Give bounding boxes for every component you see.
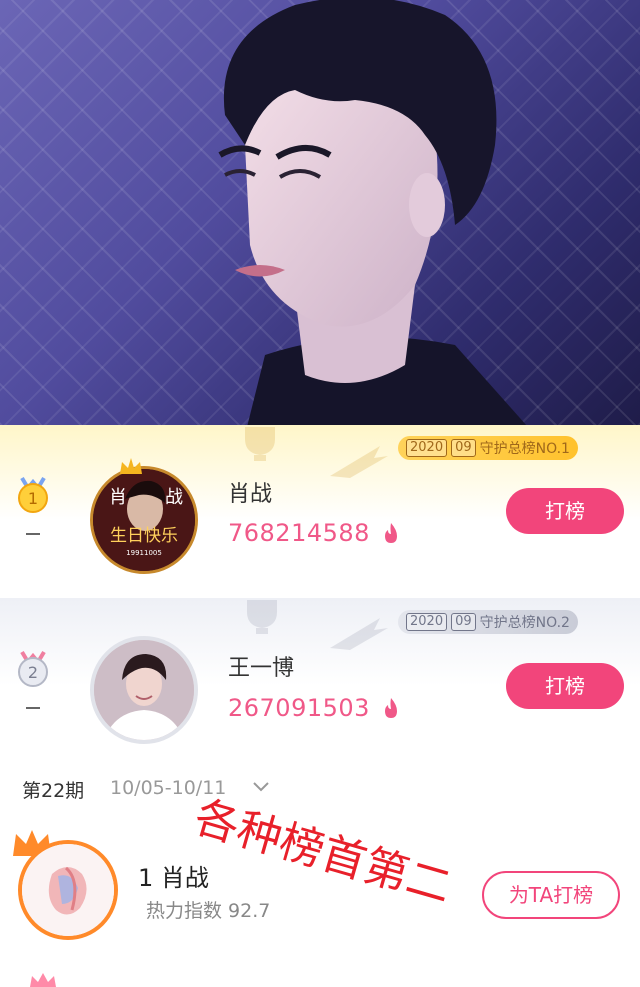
shooting-star-decoration-icon bbox=[330, 446, 388, 478]
name-second: 王一博 bbox=[228, 656, 295, 681]
vote-button-first[interactable]: 打榜 bbox=[506, 488, 624, 534]
portrait-image bbox=[218, 0, 527, 425]
avatar-image bbox=[22, 844, 114, 936]
crown-icon bbox=[30, 973, 56, 987]
overlay-annotation: 各种榜首第二 bbox=[189, 792, 457, 914]
period-label: 第22期 bbox=[22, 780, 85, 802]
score-second: 267091503 bbox=[228, 694, 370, 722]
score-first: 768214588 bbox=[228, 519, 370, 547]
shooting-star-decoration-icon bbox=[330, 618, 388, 650]
tag-label: 守护总榜NO.1 bbox=[479, 441, 570, 457]
tag-month: 09 bbox=[451, 439, 476, 457]
flame-icon bbox=[385, 523, 397, 543]
svg-text:2: 2 bbox=[28, 663, 38, 682]
svg-text:1: 1 bbox=[28, 489, 38, 508]
vote-for-them-button[interactable]: 为TA打榜 bbox=[482, 871, 620, 919]
gold-medal-icon: 1 bbox=[18, 476, 48, 513]
trophy-decoration-icon bbox=[245, 427, 275, 461]
svg-text:肖: 肖 bbox=[109, 487, 127, 508]
hero-photo bbox=[0, 0, 640, 425]
rank-change-indicator bbox=[26, 707, 40, 709]
tag-year: 2020 bbox=[406, 439, 448, 457]
svg-text:各种榜首第二: 各种榜首第二 bbox=[189, 792, 457, 914]
tag-year: 2020 bbox=[406, 613, 448, 631]
crown-icon bbox=[120, 458, 142, 474]
svg-text:战: 战 bbox=[165, 487, 183, 508]
rank-change-indicator bbox=[26, 533, 40, 535]
avatar-image: 肖 战 生日快乐 19911005 bbox=[93, 469, 195, 571]
avatar-second[interactable] bbox=[90, 636, 198, 744]
avatar-image bbox=[94, 640, 194, 740]
trophy-decoration-icon bbox=[247, 600, 277, 634]
avatar-first[interactable]: 肖 战 生日快乐 19911005 bbox=[90, 466, 198, 574]
svg-text:19911005: 19911005 bbox=[126, 549, 162, 557]
silver-medal-icon: 2 bbox=[18, 650, 48, 687]
rank-tag-second: 2020 09 守护总榜NO.2 bbox=[398, 610, 578, 634]
name-first: 肖战 bbox=[228, 482, 273, 507]
tag-month: 09 bbox=[451, 613, 476, 631]
vote-button-second[interactable]: 打榜 bbox=[506, 663, 624, 709]
list-avatar[interactable] bbox=[18, 840, 118, 940]
svg-text:生日快乐: 生日快乐 bbox=[110, 526, 178, 546]
tag-label: 守护总榜NO.2 bbox=[479, 615, 570, 631]
flame-icon bbox=[385, 698, 397, 718]
rank-tag-first: 2020 09 守护总榜NO.1 bbox=[398, 436, 578, 460]
